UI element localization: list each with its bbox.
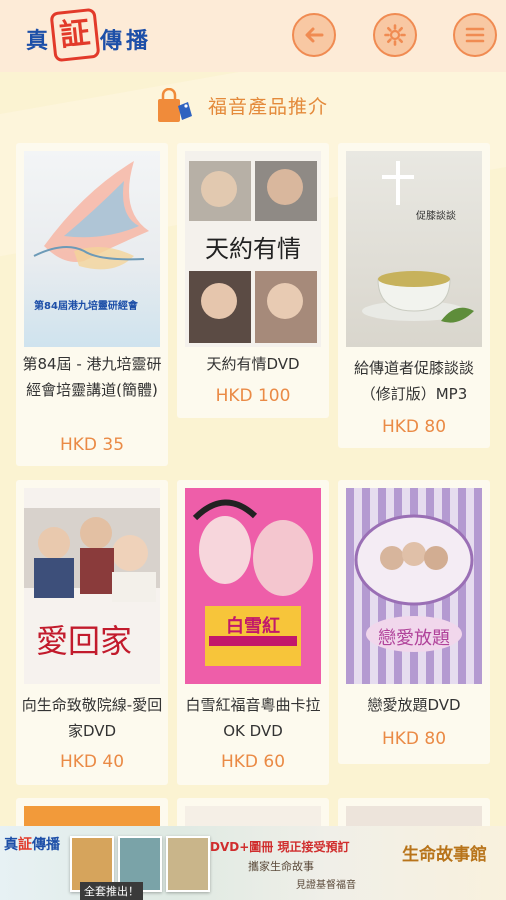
back-button[interactable] — [292, 13, 336, 57]
logo-char-3: 傳 — [100, 28, 123, 54]
cover-text: 戀愛放題 — [378, 628, 450, 649]
product-card[interactable]: 戀愛放題 戀愛放題DVD HKD 80 — [338, 480, 490, 764]
product-cover-image[interactable]: 第84屆港九培靈研經會 — [24, 151, 160, 347]
product-title[interactable]: 戀愛放題DVD — [342, 692, 486, 718]
banner-right-title: 生命故事館 — [402, 845, 487, 865]
banner-subline: 攜家生命故事 — [248, 860, 314, 873]
product-price: HKD 100 — [215, 386, 291, 406]
banner-headline: DVD+圖冊 現正接受預訂 — [210, 840, 350, 854]
banner-dvd-cover — [166, 836, 210, 892]
product-price: HKD 40 — [59, 752, 125, 772]
logo-char-2: 証 — [49, 7, 101, 63]
product-cover-image[interactable]: 天約有情 — [185, 151, 321, 347]
product-cover-image[interactable]: 愛回家 — [24, 488, 160, 684]
banner-tag: 全套推出！ — [80, 882, 143, 900]
banner-logo-right: 傳播 — [32, 837, 60, 853]
product-cover-image[interactable]: 戀愛放題 — [346, 488, 482, 684]
section-title: 福音產品推介 — [208, 96, 329, 118]
product-title[interactable]: 第84屆 - 港九培靈研經會培靈講道(簡體) — [20, 351, 164, 403]
cover-text: 促膝談談 — [416, 211, 456, 222]
product-card[interactable]: 促膝談談 給傳道者促膝談談（修訂版）MP3 HKD 80 — [338, 143, 490, 448]
section-header: 福音產品推介 — [156, 88, 376, 124]
logo-char-4: 播 — [126, 28, 149, 54]
gear-icon — [384, 24, 406, 46]
cover-text: 天約有情 — [205, 235, 301, 263]
product-price: HKD 60 — [220, 752, 286, 772]
menu-button[interactable] — [453, 13, 497, 57]
settings-button[interactable] — [373, 13, 417, 57]
hamburger-menu-icon — [465, 27, 485, 43]
cover-text: 愛回家 — [36, 622, 133, 660]
ad-banner[interactable]: 真証傳播 全套推出！ DVD+圖冊 現正接受預訂 攜家生命故事 見證基督福音 生… — [0, 826, 506, 900]
product-title[interactable]: 天約有情DVD — [181, 351, 325, 377]
product-title[interactable]: 向生命致敬院線-愛回家DVD — [20, 692, 164, 744]
banner-logo-mid: 証 — [18, 837, 32, 853]
cover-text: 第84屆港九培靈研經會 — [34, 301, 138, 312]
product-card[interactable]: 第84屆港九培靈研經會 第84屆 - 港九培靈研經會培靈講道(簡體) HKD 3… — [16, 143, 168, 466]
product-price: HKD 80 — [381, 417, 447, 437]
logo-char-1: 真 — [26, 28, 49, 54]
product-title[interactable]: 給傳道者促膝談談（修訂版）MP3 — [342, 355, 486, 407]
app-header: 真 証 傳 播 — [0, 0, 506, 72]
opera-artwork — [192, 499, 313, 666]
product-card[interactable]: 愛回家 向生命致敬院線-愛回家DVD HKD 40 — [16, 480, 168, 785]
dove-artwork — [33, 161, 149, 270]
banner-logo: 真証傳播 — [4, 834, 60, 854]
app-logo[interactable]: 真 証 傳 播 — [26, 7, 156, 63]
product-price: HKD 80 — [381, 729, 447, 749]
product-price: HKD 35 — [59, 435, 125, 455]
product-cover-image[interactable]: 白雪紅 — [185, 488, 321, 684]
banner-subline-2: 見證基督福音 — [296, 880, 356, 891]
product-cover-image[interactable]: 促膝談談 — [346, 151, 482, 347]
cover-text: 白雪紅 — [226, 616, 280, 637]
arrow-left-icon — [305, 27, 324, 43]
product-title[interactable]: 白雪紅福音粵曲卡拉OK DVD — [181, 692, 325, 744]
banner-logo-left: 真 — [4, 837, 18, 853]
shopping-bag-icon — [158, 88, 192, 122]
tea-cup-artwork — [362, 161, 474, 323]
romance-frame-artwork — [354, 514, 474, 652]
product-card[interactable]: 天約有情 天約有情DVD HKD 100 — [177, 143, 329, 418]
product-card[interactable]: 白雪紅 白雪紅福音粵曲卡拉OK DVD HKD 60 — [177, 480, 329, 785]
